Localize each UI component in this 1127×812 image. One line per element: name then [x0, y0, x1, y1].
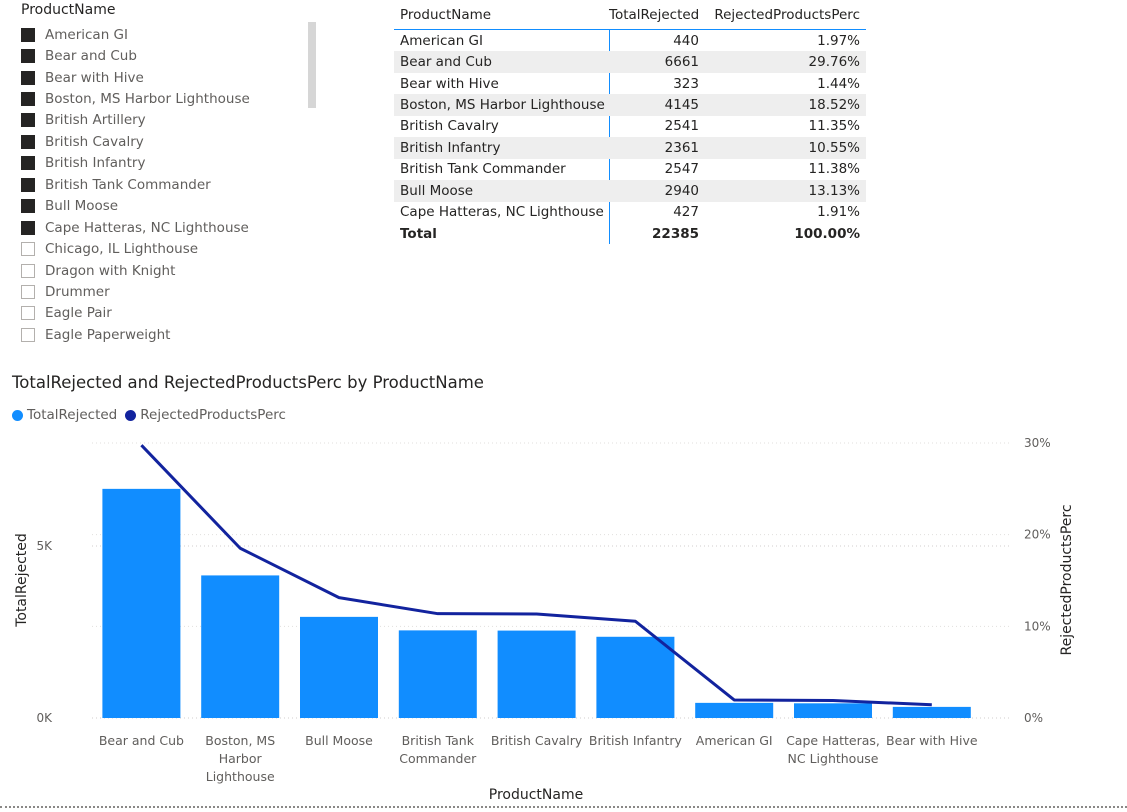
combo-chart: 0K 5K 0% 10% 20% 30% Bear and Cub Boston, MS Har… [14, 436, 1075, 803]
x-tick-label: Bear with Hive [886, 733, 978, 748]
x-tick-label: Harbor [219, 751, 263, 766]
bar [201, 575, 280, 718]
y-axis-title: TotalRejected [14, 533, 30, 628]
y2-tick-label: 20% [1024, 528, 1051, 542]
bar [102, 488, 181, 718]
y2-axis-title: RejectedProductsPerc [1059, 504, 1075, 655]
x-tick-label: Boston, MS [205, 733, 275, 748]
page-divider [0, 806, 1127, 808]
y-tick-label: 5K [36, 539, 53, 553]
x-axis-title: ProductName [489, 787, 583, 803]
bar [794, 703, 872, 718]
bar [497, 630, 576, 718]
bar [398, 630, 477, 718]
x-tick-label: American GI [696, 733, 773, 748]
bar [596, 636, 675, 718]
x-tick-label: British Infantry [589, 733, 683, 748]
bar [300, 616, 378, 718]
y2-tick-label: 10% [1024, 619, 1051, 633]
x-tick-label: British Tank [402, 733, 475, 748]
x-tick-label: Bull Moose [305, 733, 373, 748]
x-tick-label: British Cavalry [491, 733, 583, 748]
x-tick-label: Cape Hatteras, [786, 733, 880, 748]
y-tick-label: 0K [36, 711, 53, 725]
x-tick-label: Commander [399, 751, 477, 766]
y2-tick-label: 0% [1024, 711, 1043, 725]
x-tick-label: Bear and Cub [99, 733, 184, 748]
x-tick-label: Lighthouse [206, 769, 275, 784]
bar [695, 702, 774, 718]
x-tick-label: NC Lighthouse [788, 751, 879, 766]
bar [892, 706, 971, 718]
y2-tick-label: 30% [1024, 436, 1051, 450]
